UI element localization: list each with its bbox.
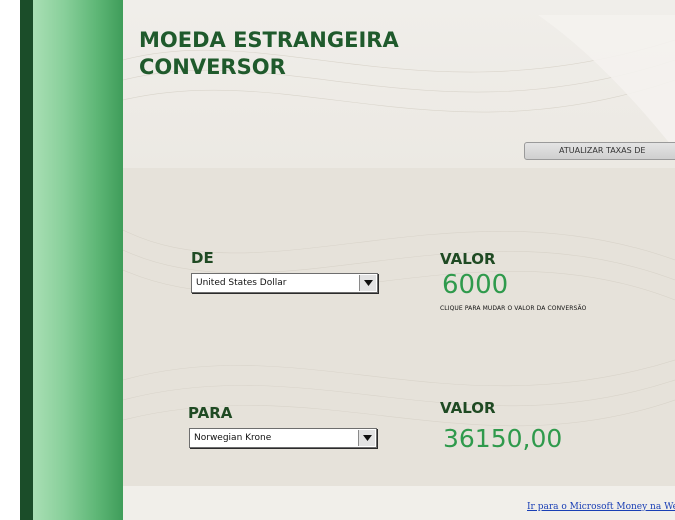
amount-hint: CLIQUE PARA MUDAR O VALOR DA CONVERSÃO [440, 305, 587, 312]
chevron-down-icon [363, 435, 372, 441]
chevron-down-icon [364, 280, 373, 286]
money-web-link[interactable]: Ir para o Microsoft Money na Web [527, 502, 675, 512]
from-dropdown-button[interactable] [359, 275, 376, 291]
to-dropdown-button[interactable] [358, 430, 375, 446]
sidebar-gradient-band [33, 0, 123, 520]
to-currency-value: Norwegian Krone [194, 433, 272, 443]
result-value: 36150,00 [443, 424, 563, 453]
to-label: PARA [188, 404, 233, 422]
amount-label: VALOR [440, 250, 496, 268]
title-line-2: CONVERSOR [139, 55, 286, 79]
left-margin [0, 0, 20, 520]
from-label: DE [191, 249, 214, 267]
page-title: MOEDA ESTRANGEIRA CONVERSOR [139, 27, 399, 81]
result-label: VALOR [440, 399, 496, 417]
title-line-1: MOEDA ESTRANGEIRA [139, 28, 399, 52]
amount-value[interactable]: 6000 [442, 270, 508, 300]
sidebar-dark-stripe [20, 0, 33, 520]
from-currency-value: United States Dollar [196, 278, 287, 288]
to-currency-select[interactable]: Norwegian Krone [189, 428, 377, 448]
refresh-rates-button[interactable]: ATUALIZAR TAXAS DE [524, 142, 675, 160]
from-currency-select[interactable]: United States Dollar [191, 273, 378, 293]
